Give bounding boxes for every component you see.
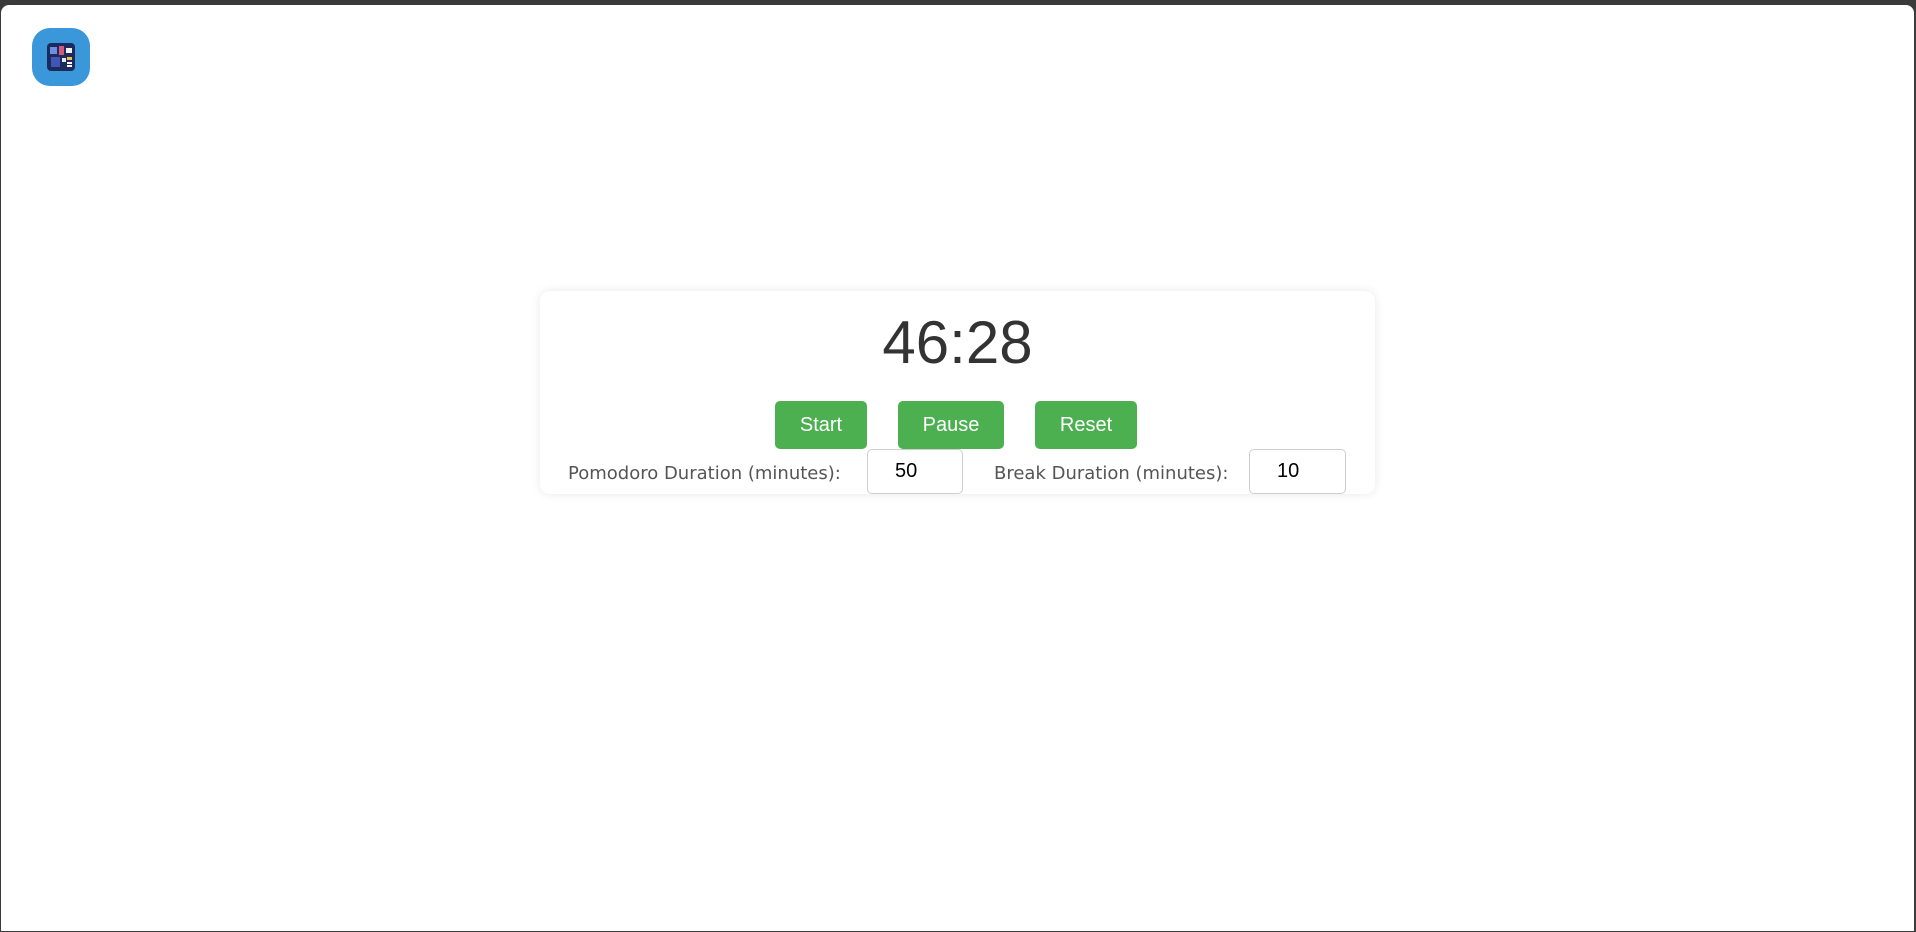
timer-display: 46:28 [882,309,1033,376]
break-duration-input[interactable] [1249,449,1346,494]
app-window: 46:28 Start Pause Reset Pomodoro Duratio… [1,5,1914,931]
pomodoro-duration-label: Pomodoro Duration (minutes): [568,463,841,484]
pomodoro-duration-input[interactable] [867,449,963,494]
pause-button[interactable]: Pause [898,401,1004,449]
reset-button[interactable]: Reset [1035,401,1137,449]
pomodoro-card: 46:28 Start Pause Reset Pomodoro Duratio… [540,291,1375,494]
app-logo-icon[interactable] [32,28,90,86]
app-logo-graphic [47,43,75,71]
start-button[interactable]: Start [775,401,867,449]
break-duration-label: Break Duration (minutes): [994,463,1229,484]
